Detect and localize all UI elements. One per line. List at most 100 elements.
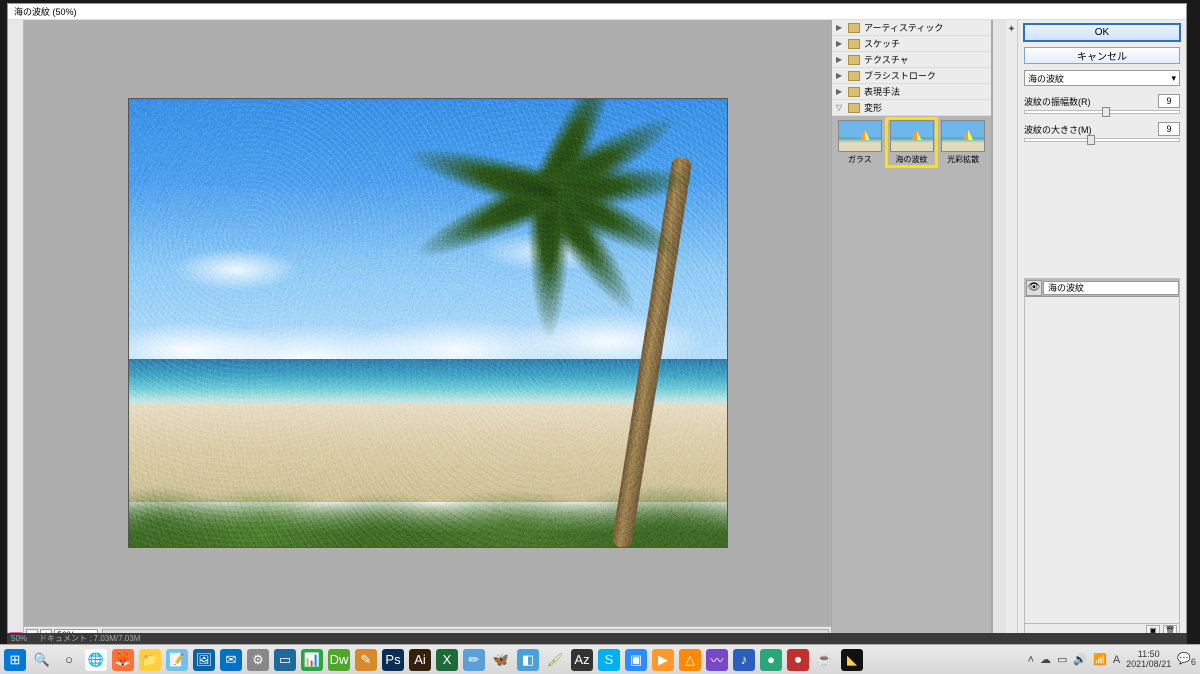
category-list[interactable]: ▶アーティスティック ▶スケッチ ▶テクスチャ ▶ブラシストローク ▶表現手法 … (832, 20, 991, 116)
taskbar-app-icon[interactable]: ✏ (463, 649, 485, 671)
taskbar-app-icon[interactable]: 〰 (706, 649, 728, 671)
category-label: テクスチャ (864, 53, 909, 66)
taskbar-app-icon[interactable]: ✎ (355, 649, 377, 671)
tray-clock[interactable]: 11:50 2021/08/21 (1126, 650, 1171, 670)
param-slider[interactable] (1024, 110, 1180, 114)
param-slider[interactable] (1024, 138, 1180, 142)
taskbar-app-icon[interactable]: ✉ (220, 649, 242, 671)
category-stylize[interactable]: ▶表現手法 (832, 84, 991, 100)
category-label: ブラシストローク (864, 69, 936, 82)
filter-thumbnails: ガラス 海の波紋 光彩拡散 (832, 116, 991, 642)
category-label: 変形 (864, 101, 882, 114)
chevron-down-icon: ▾ (1171, 73, 1176, 84)
category-artistic[interactable]: ▶アーティスティック (832, 20, 991, 36)
param-input[interactable] (1158, 122, 1180, 136)
ok-button[interactable]: OK (1024, 24, 1180, 41)
folder-icon (848, 103, 860, 113)
thumb-label: 海の波紋 (896, 154, 928, 165)
status-zoom: 50% (11, 634, 27, 643)
tray-notifications-icon[interactable]: 💬6 (1177, 652, 1196, 667)
filter-thumb-glass[interactable]: ガラス (836, 120, 884, 165)
taskbar-app-icon[interactable]: ⊞ (4, 649, 26, 671)
taskbar-app-icon[interactable]: ♪ (733, 649, 755, 671)
param-label: 波紋の振幅数(R) (1024, 95, 1091, 108)
folder-icon (848, 87, 860, 97)
taskbar[interactable]: ⊞🔍○🌐🦊📁📝🖼✉⚙▭📊Dw✎PsAiX✏🦋◧🖌AzS▣▶△〰♪●⏺☕◣ ˄ ☁… (0, 644, 1200, 674)
folder-icon (848, 23, 860, 33)
category-texture[interactable]: ▶テクスチャ (832, 52, 991, 68)
taskbar-app-icon[interactable]: ◣ (841, 649, 863, 671)
window-title: 海の波紋 (50%) (14, 5, 77, 18)
taskbar-app-icon[interactable]: ○ (58, 649, 80, 671)
category-brushstroke[interactable]: ▶ブラシストローク (832, 68, 991, 84)
filter-gallery-pane: ▶アーティスティック ▶スケッチ ▶テクスチャ ▶ブラシストローク ▶表現手法 … (832, 20, 992, 642)
taskbar-app-icon[interactable]: 🖌 (544, 649, 566, 671)
folder-icon (848, 55, 860, 65)
filter-thumb-diffuse-glow[interactable]: 光彩拡散 (939, 120, 987, 165)
tray-wifi-icon[interactable]: 📶 (1093, 653, 1107, 666)
taskbar-app-icon[interactable]: 🦋 (490, 649, 512, 671)
gallery-scrollbar[interactable] (992, 20, 1006, 642)
effect-layer-row[interactable]: 👁 海の波紋 (1025, 279, 1179, 297)
taskbar-app-icon[interactable]: ▶ (652, 649, 674, 671)
thumb-label: 光彩拡散 (947, 154, 979, 165)
taskbar-app-icon[interactable]: Ps (382, 649, 404, 671)
taskbar-app-icon[interactable]: 🌐 (85, 649, 107, 671)
param-input[interactable] (1158, 94, 1180, 108)
effect-layers: 👁 海の波紋 ▣ 🗑 (1024, 278, 1180, 638)
taskbar-app-icon[interactable]: 🖼 (193, 649, 215, 671)
taskbar-app-icon[interactable]: 📊 (301, 649, 323, 671)
ruler-left: 止 (8, 20, 24, 642)
param-ripple-size: 波紋の振幅数(R) (1024, 94, 1180, 114)
folder-icon (848, 71, 860, 81)
taskbar-app-icon[interactable]: ◧ (517, 649, 539, 671)
category-label: アーティスティック (864, 21, 943, 34)
settings-pane: OK キャンセル 海の波紋 ▾ 波紋の振幅数(R) 波紋の大きさ(M) 👁 海の… (1018, 20, 1186, 642)
tray-chevron-icon[interactable]: ˄ (1028, 654, 1034, 666)
param-label: 波紋の大きさ(M) (1024, 123, 1092, 136)
dropdown-value: 海の波紋 (1028, 72, 1064, 85)
taskbar-app-icon[interactable]: ⏺ (787, 649, 809, 671)
preview-pane: − + (24, 20, 832, 642)
titlebar[interactable]: 海の波紋 (50%) (8, 4, 1186, 20)
filter-gallery-window: 海の波紋 (50%) 止 (7, 3, 1187, 643)
taskbar-app-icon[interactable]: ▭ (274, 649, 296, 671)
taskbar-app-icon[interactable]: 📁 (139, 649, 161, 671)
taskbar-app-icon[interactable]: △ (679, 649, 701, 671)
folder-icon (848, 39, 860, 49)
taskbar-app-icon[interactable]: S (598, 649, 620, 671)
category-distort[interactable]: ▽変形 (832, 100, 991, 116)
status-doc: ドキュメント : 7.03M/7.03M (39, 633, 140, 644)
system-tray[interactable]: ˄ ☁ ▭ 🔊 📶 A 11:50 2021/08/21 💬6 (1028, 650, 1196, 670)
tray-cloud-icon[interactable]: ☁ (1040, 653, 1051, 666)
tray-battery-icon[interactable]: ▭ (1057, 653, 1067, 666)
cancel-button[interactable]: キャンセル (1024, 47, 1180, 64)
canvas-scroll[interactable] (24, 20, 831, 626)
thumb-label: ガラス (848, 154, 872, 165)
taskbar-app-icon[interactable]: 📝 (166, 649, 188, 671)
taskbar-app-icon[interactable]: ☕ (814, 649, 836, 671)
effect-layer-name: 海の波紋 (1043, 281, 1179, 295)
clock-date: 2021/08/21 (1126, 660, 1171, 670)
taskbar-app-icon[interactable]: Dw (328, 649, 350, 671)
collapse-settings[interactable]: ✦ (1006, 20, 1018, 642)
category-sketch[interactable]: ▶スケッチ (832, 36, 991, 52)
visibility-icon[interactable]: 👁 (1026, 280, 1042, 296)
tray-volume-icon[interactable]: 🔊 (1073, 653, 1087, 666)
taskbar-app-icon[interactable]: X (436, 649, 458, 671)
taskbar-app-icon[interactable]: ▣ (625, 649, 647, 671)
canvas (128, 98, 728, 548)
filter-thumb-ocean-ripple[interactable]: 海の波紋 (888, 120, 936, 165)
param-ripple-magnitude: 波紋の大きさ(M) (1024, 122, 1180, 142)
taskbar-app-icon[interactable]: 🦊 (112, 649, 134, 671)
category-label: 表現手法 (864, 85, 900, 98)
app-statusbar: 50% ドキュメント : 7.03M/7.03M (7, 633, 1187, 644)
tray-ime-icon[interactable]: A (1113, 654, 1120, 666)
taskbar-app-icon[interactable]: Ai (409, 649, 431, 671)
taskbar-app-icon[interactable]: Az (571, 649, 593, 671)
taskbar-app-icon[interactable]: ● (760, 649, 782, 671)
category-label: スケッチ (864, 37, 900, 50)
taskbar-app-icon[interactable]: ⚙ (247, 649, 269, 671)
filter-dropdown[interactable]: 海の波紋 ▾ (1024, 70, 1180, 86)
taskbar-app-icon[interactable]: 🔍 (31, 649, 53, 671)
